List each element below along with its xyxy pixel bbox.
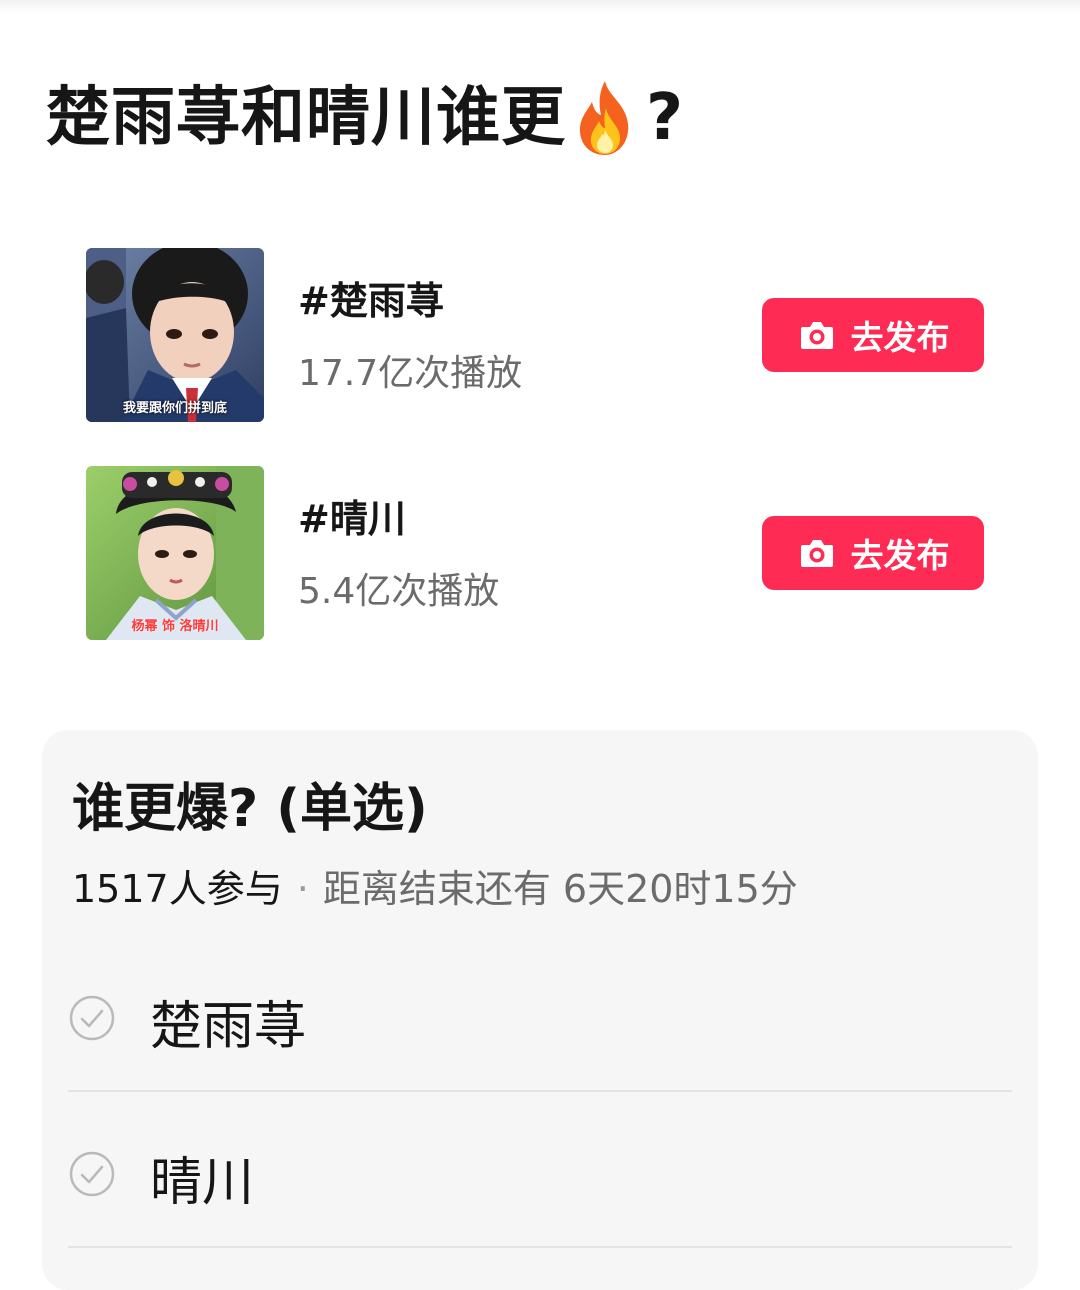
topic-thumbnail[interactable]: 我要跟你们拼到底 [86, 248, 264, 422]
thumbnail-caption: 我要跟你们拼到底 [122, 401, 227, 416]
publish-button-label: 去发布 [850, 318, 950, 357]
publish-button[interactable]: 去发布 [762, 298, 984, 372]
top-edge [0, 0, 1080, 14]
page-title: 楚雨荨和晴川谁更 ? [46, 66, 684, 170]
vote-deadline: 距离结束还有 6天20时15分 [322, 867, 798, 911]
vote-option-chuyuxun[interactable]: 楚雨荨 [68, 936, 1012, 1090]
meta-separator: · [296, 867, 309, 911]
page-title-text: 楚雨荨和晴川谁更 [46, 81, 566, 155]
check-circle-icon [69, 995, 115, 1041]
thumbnail-caption: 杨幂 饰 洛晴川 [131, 619, 219, 634]
topic-thumbnail[interactable]: 杨幂 饰 洛晴川 [86, 466, 264, 640]
topic-name[interactable]: #楚雨荨 [298, 270, 444, 325]
topic-play-count: 17.7亿次播放 [298, 353, 523, 394]
camera-icon [800, 322, 833, 349]
vote-card: 谁更爆? (单选) 1517人参与 · 距离结束还有 6天20时15分 楚雨荨 晴川 [42, 730, 1038, 1290]
page-title-suffix: ? [646, 81, 685, 155]
participant-count: 1517人参与 [72, 867, 283, 911]
topic-play-count: 5.4亿次播放 [298, 571, 500, 612]
vote-option-label: 晴川 [150, 1153, 255, 1213]
vote-meta: 1517人参与 · 距离结束还有 6天20时15分 [72, 858, 798, 913]
vote-question: 谁更爆? (单选) [72, 779, 428, 839]
publish-button[interactable]: 去发布 [762, 516, 984, 590]
option-divider [68, 1246, 1012, 1248]
topic-name[interactable]: #晴川 [298, 488, 406, 543]
vote-option-qingchuan[interactable]: 晴川 [68, 1092, 1012, 1246]
camera-icon [800, 540, 833, 567]
topic-row-qingchuan[interactable]: 杨幂 饰 洛晴川 #晴川 5.4亿次播放 去发布 [86, 466, 984, 642]
topic-row-chuyuxun[interactable]: 我要跟你们拼到底 #楚雨荨 17.7亿次播放 去发布 [86, 248, 984, 424]
vote-option-label: 楚雨荨 [150, 997, 307, 1057]
publish-button-label: 去发布 [850, 536, 950, 575]
check-circle-icon [69, 1151, 115, 1197]
fire-icon [579, 81, 629, 155]
